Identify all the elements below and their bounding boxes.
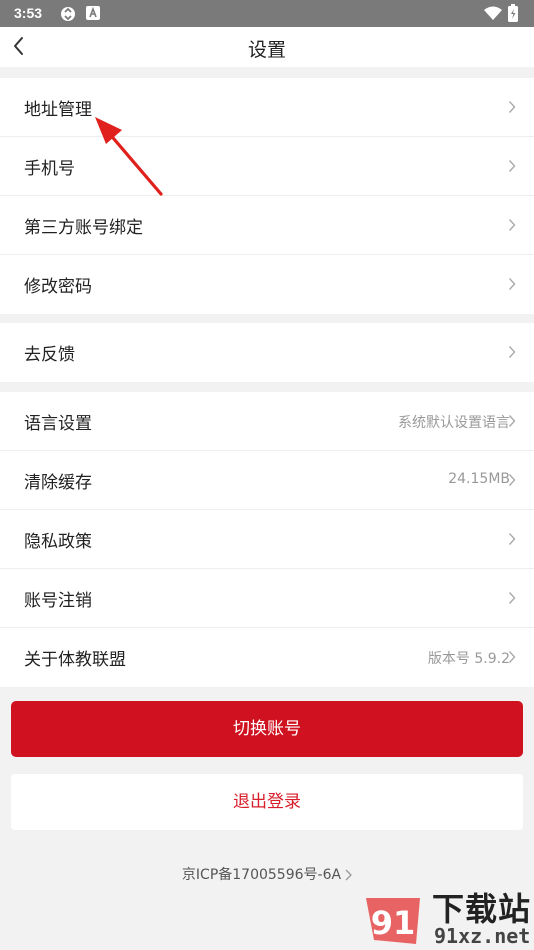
row-feedback[interactable]: 去反馈 xyxy=(0,323,534,382)
row-privacy-policy[interactable]: 隐私政策 xyxy=(0,510,534,569)
row-label: 清除缓存 xyxy=(24,473,92,493)
row-language-settings[interactable]: 语言设置 系统默认设置语言 xyxy=(0,392,534,451)
wifi-icon xyxy=(484,6,502,20)
watermark: 91 下载站 91xz.net xyxy=(360,882,534,950)
nav-bar: 设置 xyxy=(0,27,534,67)
sync-icon xyxy=(61,7,75,21)
settings-group-feedback: 去反馈 xyxy=(0,323,534,382)
watermark-logo-icon: 91 xyxy=(366,898,420,944)
chevron-right-icon xyxy=(345,869,352,881)
chevron-right-icon xyxy=(508,533,516,545)
settings-group-account: 地址管理 手机号 第三方账号绑定 修改密码 xyxy=(0,78,534,314)
chevron-right-icon xyxy=(508,346,516,358)
row-account-cancellation[interactable]: 账号注销 xyxy=(0,569,534,628)
chevron-right-icon xyxy=(508,278,516,290)
chevron-right-icon xyxy=(508,415,516,427)
chevron-right-icon xyxy=(508,474,516,486)
page-title: 设置 xyxy=(247,39,286,61)
icp-text: 京ICP备17005596号-6A xyxy=(181,867,342,883)
watermark-badge-text: 91 xyxy=(371,904,416,942)
row-label: 手机号 xyxy=(24,159,75,179)
status-time: 3:53 xyxy=(14,5,43,21)
row-value: 24.15MB xyxy=(448,471,510,487)
chevron-right-icon xyxy=(508,219,516,231)
status-bar: 3:53 xyxy=(0,0,534,27)
icp-link[interactable]: 京ICP备17005596号-6A xyxy=(0,864,534,884)
row-address-management[interactable]: 地址管理 xyxy=(0,78,534,137)
row-change-password[interactable]: 修改密码 xyxy=(0,255,534,314)
row-label: 去反馈 xyxy=(24,345,75,365)
row-clear-cache[interactable]: 清除缓存 24.15MB xyxy=(0,451,534,510)
battery-icon xyxy=(508,4,518,22)
row-label: 语言设置 xyxy=(24,414,92,434)
row-label: 第三方账号绑定 xyxy=(24,218,143,238)
row-phone-number[interactable]: 手机号 xyxy=(0,137,534,196)
row-label: 隐私政策 xyxy=(24,532,92,552)
chevron-right-icon xyxy=(508,592,516,604)
row-value: 系统默认设置语言 xyxy=(398,415,510,431)
chevron-right-icon xyxy=(508,651,516,663)
row-about[interactable]: 关于体教联盟 版本号 5.9.2 xyxy=(0,628,534,687)
app-notification-icon xyxy=(86,6,100,20)
chevron-right-icon xyxy=(508,160,516,172)
row-value: 版本号 5.9.2 xyxy=(427,651,510,667)
logout-button[interactable]: 退出登录 xyxy=(11,774,523,830)
row-label: 账号注销 xyxy=(24,591,92,611)
switch-account-button[interactable]: 切换账号 xyxy=(11,701,523,757)
row-label: 地址管理 xyxy=(24,100,92,120)
row-label: 关于体教联盟 xyxy=(24,650,126,670)
watermark-domain: 91xz.net xyxy=(434,924,531,948)
chevron-right-icon xyxy=(508,101,516,113)
row-label: 修改密码 xyxy=(24,277,92,297)
row-third-party-binding[interactable]: 第三方账号绑定 xyxy=(0,196,534,255)
settings-group-general: 语言设置 系统默认设置语言 清除缓存 24.15MB 隐私政策 账号注销 关于体… xyxy=(0,392,534,687)
